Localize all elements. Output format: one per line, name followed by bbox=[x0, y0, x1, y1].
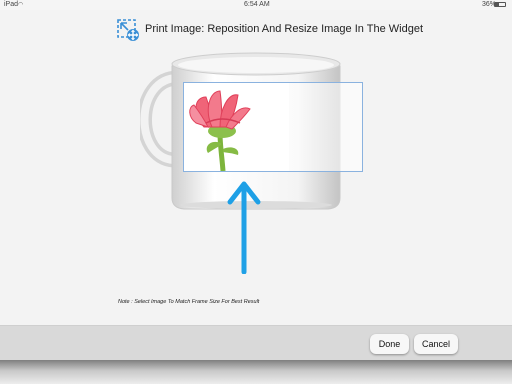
image-frame[interactable] bbox=[183, 82, 363, 172]
resize-move-icon bbox=[117, 19, 139, 41]
cancel-button[interactable]: Cancel bbox=[414, 334, 458, 354]
flower-image[interactable] bbox=[184, 83, 289, 171]
battery-fill bbox=[495, 3, 499, 6]
wifi-icon: ◠ bbox=[18, 2, 24, 8]
hint-note: Note : Select Image To Match Frame Size … bbox=[118, 299, 260, 305]
action-bar: Done Cancel bbox=[0, 325, 512, 361]
battery-icon bbox=[494, 2, 506, 7]
up-arrow-icon bbox=[227, 181, 261, 274]
dock-bar bbox=[0, 360, 512, 384]
page-title: Print Image: Reposition And Resize Image… bbox=[145, 23, 423, 35]
carrier-label: iPad bbox=[4, 1, 19, 8]
done-button[interactable]: Done bbox=[370, 334, 409, 354]
status-bar: iPad ◠ 6:54 AM 36% bbox=[0, 0, 512, 10]
clock: 6:54 AM bbox=[244, 1, 270, 8]
